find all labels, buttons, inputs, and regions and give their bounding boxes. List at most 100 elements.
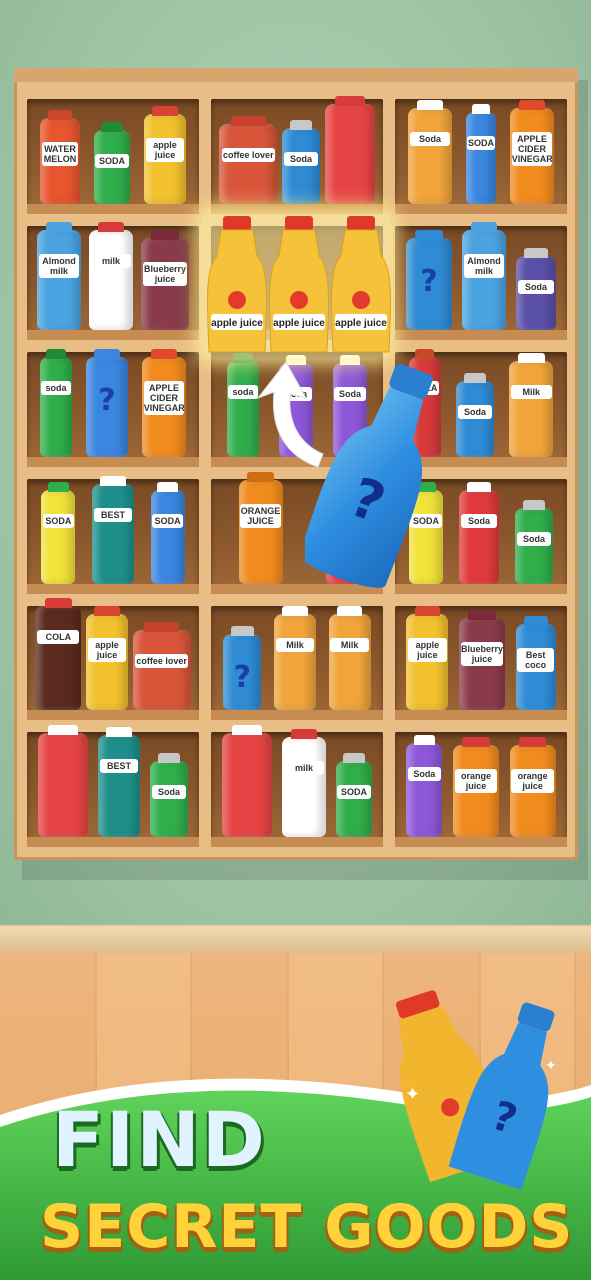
product-item[interactable]: Almond milk <box>37 222 81 331</box>
apple-juice-bottle: apple juice <box>330 216 392 353</box>
shelf-cell: Soda orange juice orange juice <box>395 732 567 847</box>
product-cap <box>157 481 178 492</box>
promo-bottles: ? ✦ ✦ <box>395 990 557 1190</box>
product-item[interactable] <box>324 95 375 204</box>
product-item[interactable]: BEST <box>98 726 140 837</box>
product-label: Soda <box>283 151 319 166</box>
product-item[interactable]: SODA <box>336 752 372 837</box>
shelf-items: ? Almond milk Soda <box>401 222 561 331</box>
product-label: Soda <box>409 131 451 146</box>
product-item[interactable]: ORANGE JUICE <box>238 471 283 584</box>
product-label: Soda <box>516 531 552 546</box>
product-item[interactable] <box>222 724 272 837</box>
product-label: Soda <box>457 404 493 419</box>
product-item[interactable]: Soda <box>516 248 556 331</box>
product-label: Milk <box>275 638 315 653</box>
shelf-top <box>14 68 578 82</box>
product-label: SODA <box>467 135 495 150</box>
product-item[interactable]: APPLE CIDER VINEGAR <box>510 99 554 204</box>
product-item[interactable]: ? <box>223 626 262 711</box>
product-item[interactable]: COLA <box>35 598 82 711</box>
shelf-cell: ? Milk Milk <box>211 605 383 721</box>
product-item[interactable]: milk <box>89 222 133 331</box>
product-label: soda <box>41 380 71 395</box>
shelf-items: soda? APPLE CIDER VINEGAR <box>33 348 193 457</box>
product-cap <box>48 724 78 735</box>
product-item[interactable]: Soda <box>515 499 553 584</box>
shelf-items: SODA BEST SODA <box>33 475 193 584</box>
product-item[interactable]: Almond milk <box>462 222 506 331</box>
product-item[interactable]: Milk <box>509 352 554 457</box>
product-cap <box>150 348 178 359</box>
product-item[interactable]: orange juice <box>452 736 499 837</box>
apple-juice-label: apple juice <box>273 318 325 329</box>
product-item[interactable]: Soda <box>459 481 499 584</box>
product-item[interactable]: Blueberry juice <box>141 230 189 331</box>
product-cap <box>157 752 181 763</box>
product-label: Milk <box>511 384 552 399</box>
shelf-items: coffee lover Soda <box>217 95 377 204</box>
product-item[interactable]: Best coco <box>515 616 556 711</box>
product-cap <box>101 121 123 132</box>
product-item[interactable]: SODA <box>150 481 185 584</box>
product-item[interactable]: ? <box>86 348 128 457</box>
shelf-items: COLA apple juice coffee lover <box>33 598 193 711</box>
product-item[interactable]: BEST <box>91 475 134 584</box>
product-item[interactable]: Soda <box>455 372 494 457</box>
product-label: APPLE CIDER VINEGAR <box>143 380 185 415</box>
product-label: Almond milk <box>463 254 505 279</box>
product-item[interactable]: soda <box>40 348 72 457</box>
product-item[interactable]: Soda <box>281 119 320 204</box>
product-item[interactable]: coffee lover <box>219 115 278 204</box>
banner-line-secret-goods: SECRET GOODS <box>40 1192 574 1262</box>
apple-juice-label: apple juice <box>335 318 387 329</box>
product-label: SODA <box>42 513 74 528</box>
shelf-cell: WATER MELON SODA apple juice <box>27 99 199 214</box>
product-cap <box>518 99 546 110</box>
product-item[interactable]: SODA <box>466 103 496 204</box>
product-label: ORANGE JUICE <box>240 503 281 528</box>
product-item[interactable]: apple juice <box>85 606 128 711</box>
apple-juice-bottle: apple juice <box>268 216 330 353</box>
product-item[interactable]: orange juice <box>509 736 556 837</box>
product-item[interactable]: apple juice <box>406 606 449 711</box>
product-item[interactable]: SODA <box>94 121 130 204</box>
shelf-cell: milk SODA <box>211 724 383 847</box>
product-item[interactable]: ? <box>406 230 452 331</box>
product-label: Blueberry juice <box>460 642 504 667</box>
product-item[interactable]: coffee lover <box>132 622 191 711</box>
product-item[interactable]: APPLE CIDER VINEGAR <box>142 348 186 457</box>
product-item[interactable]: Soda <box>408 99 452 204</box>
product-cap <box>247 471 274 482</box>
product-item[interactable]: Soda <box>406 734 443 837</box>
product-label: coffee lover <box>221 147 275 162</box>
product-item[interactable]: Soda <box>150 752 188 837</box>
product-item[interactable] <box>38 724 88 837</box>
banner-line-find: FIND <box>52 1095 267 1184</box>
product-label: apple juice <box>408 638 447 663</box>
shelf-items: WATER MELON SODA apple juice <box>33 105 193 204</box>
product-label: orange juice <box>454 768 498 793</box>
product-item[interactable]: Blueberry juice <box>458 610 505 711</box>
product-cap <box>415 348 435 359</box>
product-item[interactable]: Milk <box>273 606 316 711</box>
product-label: milk <box>283 760 325 775</box>
product-cap <box>524 248 548 259</box>
product-label: Soda <box>517 280 555 295</box>
apple-juice-trio[interactable]: apple juice apple juice apple juice <box>201 212 392 358</box>
held-mystery-bottle[interactable]: ? <box>305 360 445 600</box>
product-item[interactable]: Milk <box>328 606 371 711</box>
product-item[interactable]: milk <box>282 728 326 837</box>
product-cap <box>230 626 254 637</box>
product-cap <box>230 115 266 126</box>
shelf-cell: BEST Soda <box>27 724 199 847</box>
product-item[interactable]: apple juice <box>144 105 186 204</box>
product-label: BEST <box>99 758 139 773</box>
product-label: COLA <box>37 630 80 645</box>
product-item[interactable]: WATER MELON <box>40 109 80 204</box>
shelf-cell: coffee lover Soda <box>211 95 383 214</box>
product-cap <box>144 622 180 633</box>
product-cap <box>518 352 545 363</box>
product-cap <box>462 736 490 747</box>
product-item[interactable]: SODA <box>41 481 76 584</box>
